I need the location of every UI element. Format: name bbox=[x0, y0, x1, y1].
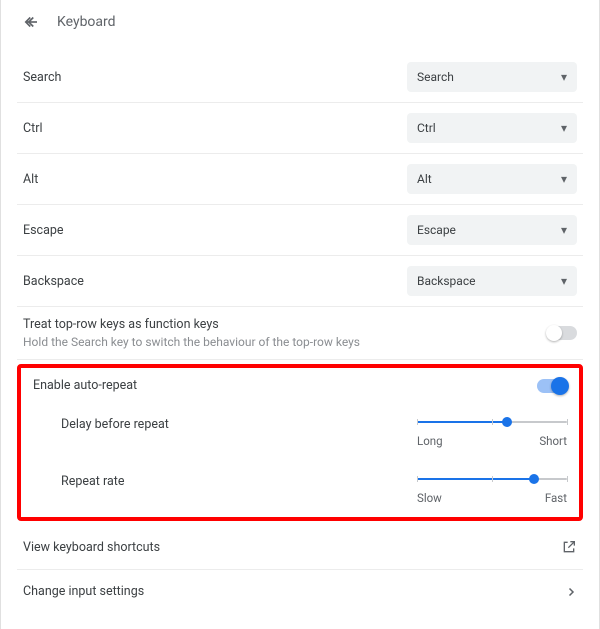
keymap-select-alt[interactable]: Alt ▾ bbox=[407, 164, 577, 194]
select-value: Escape bbox=[417, 223, 456, 237]
slider-tick bbox=[567, 476, 568, 482]
select-value: Ctrl bbox=[417, 121, 436, 135]
rate-slider-labels: Slow Fast bbox=[417, 491, 567, 505]
external-link-icon bbox=[561, 539, 577, 555]
delay-slider-wrap: Long Short bbox=[417, 415, 567, 448]
keymap-label: Backspace bbox=[23, 274, 84, 289]
slider-tick bbox=[417, 419, 418, 425]
slider-left-label: Long bbox=[417, 434, 443, 448]
keyboard-settings-panel: Keyboard Search Search ▾ Ctrl Ctrl ▾ Alt… bbox=[0, 0, 600, 629]
keymap-row-escape: Escape Escape ▾ bbox=[17, 205, 583, 256]
slider-knob bbox=[529, 474, 539, 484]
top-row-sublabel: Hold the Search key to switch the behavi… bbox=[23, 335, 360, 349]
slider-tick bbox=[417, 476, 418, 482]
keymap-label: Ctrl bbox=[23, 121, 43, 136]
chevron-right-icon bbox=[565, 586, 577, 598]
slider-rail-active bbox=[417, 421, 507, 423]
keymap-select-backspace[interactable]: Backspace ▾ bbox=[407, 266, 577, 296]
keymap-select-escape[interactable]: Escape ▾ bbox=[407, 215, 577, 245]
keymap-select-search[interactable]: Search ▾ bbox=[407, 62, 577, 92]
toggle-thumb bbox=[551, 377, 569, 395]
keymap-label: Escape bbox=[23, 223, 64, 238]
slider-tick bbox=[492, 419, 493, 425]
delay-slider-labels: Long Short bbox=[417, 434, 567, 448]
keymap-label: Search bbox=[23, 70, 61, 85]
top-row-keys-row: Treat top-row keys as function keys Hold… bbox=[17, 307, 583, 360]
caret-down-icon: ▾ bbox=[561, 70, 567, 84]
slider-tick bbox=[492, 476, 493, 482]
change-input-settings-link[interactable]: Change input settings bbox=[17, 570, 583, 613]
toggle-thumb bbox=[546, 325, 562, 341]
slider-left-label: Slow bbox=[417, 491, 442, 505]
keymap-row-backspace: Backspace Backspace ▾ bbox=[17, 256, 583, 307]
slider-right-label: Fast bbox=[545, 491, 567, 505]
top-row-toggle[interactable] bbox=[547, 326, 577, 340]
auto-repeat-label: Enable auto-repeat bbox=[33, 378, 137, 393]
select-value: Search bbox=[417, 70, 454, 84]
link-label: Change input settings bbox=[23, 584, 144, 599]
slider-tick bbox=[567, 419, 568, 425]
keymap-row-alt: Alt Alt ▾ bbox=[17, 154, 583, 205]
top-row-label: Treat top-row keys as function keys bbox=[23, 317, 360, 332]
page-title: Keyboard bbox=[57, 14, 116, 30]
slider-knob bbox=[502, 417, 512, 427]
rate-slider[interactable] bbox=[417, 472, 567, 486]
view-keyboard-shortcuts-link[interactable]: View keyboard shortcuts bbox=[17, 525, 583, 570]
caret-down-icon: ▾ bbox=[561, 172, 567, 186]
caret-down-icon: ▾ bbox=[561, 274, 567, 288]
keymap-select-ctrl[interactable]: Ctrl ▾ bbox=[407, 113, 577, 143]
back-button[interactable] bbox=[21, 12, 41, 32]
delay-label: Delay before repeat bbox=[61, 415, 169, 432]
caret-down-icon: ▾ bbox=[561, 223, 567, 237]
slider-right-label: Short bbox=[539, 434, 567, 448]
auto-repeat-row: Enable auto-repeat bbox=[27, 372, 573, 403]
keymap-label: Alt bbox=[23, 172, 38, 187]
arrow-left-icon bbox=[22, 13, 40, 31]
caret-down-icon: ▾ bbox=[561, 121, 567, 135]
rate-label: Repeat rate bbox=[61, 472, 124, 489]
keymap-row-ctrl: Ctrl Ctrl ▾ bbox=[17, 103, 583, 154]
page-header: Keyboard bbox=[17, 0, 583, 52]
slider-rail-active bbox=[417, 478, 534, 480]
top-row-keys-text: Treat top-row keys as function keys Hold… bbox=[23, 317, 360, 349]
delay-slider[interactable] bbox=[417, 415, 567, 429]
rate-slider-wrap: Slow Fast bbox=[417, 472, 567, 505]
keymap-row-search: Search Search ▾ bbox=[17, 52, 583, 103]
delay-before-repeat-row: Delay before repeat Long Short bbox=[27, 403, 573, 460]
select-value: Alt bbox=[417, 172, 432, 186]
select-value: Backspace bbox=[417, 274, 475, 288]
auto-repeat-toggle[interactable] bbox=[537, 379, 567, 393]
repeat-rate-row: Repeat rate Slow Fast bbox=[27, 460, 573, 515]
link-label: View keyboard shortcuts bbox=[23, 540, 160, 555]
auto-repeat-highlight: Enable auto-repeat Delay before repeat L… bbox=[17, 364, 583, 521]
